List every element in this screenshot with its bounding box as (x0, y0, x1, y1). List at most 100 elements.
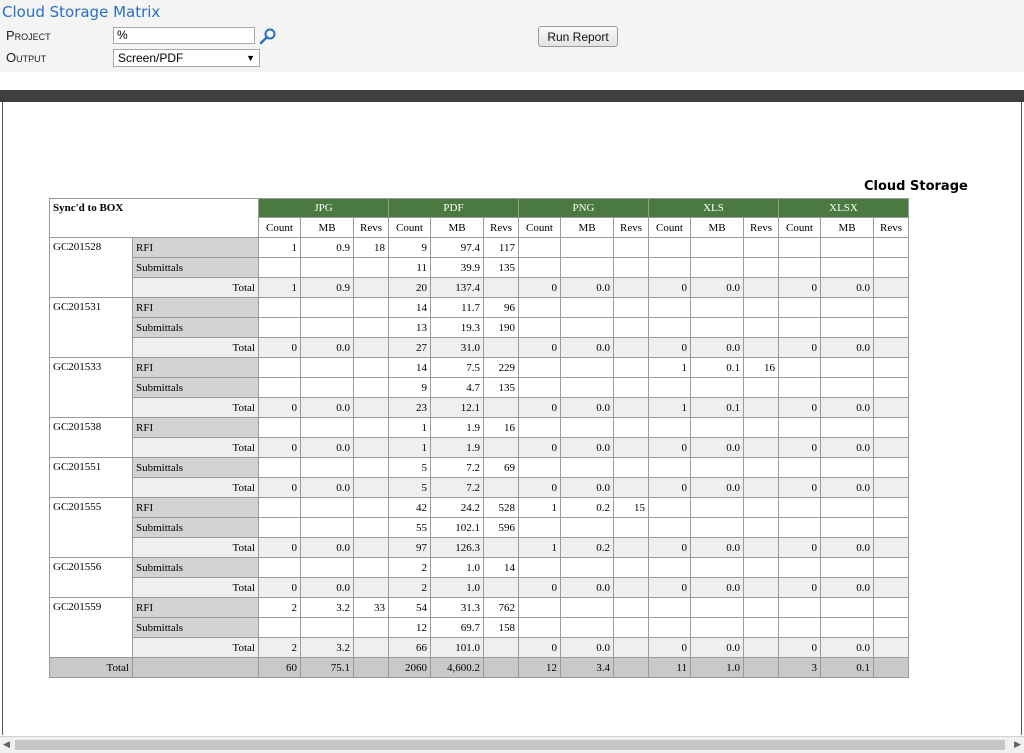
value-cell: 0.0 (820, 437, 874, 458)
grand-total-cell: 60 (258, 657, 301, 678)
value-cell (690, 557, 744, 578)
value-cell (648, 317, 691, 338)
document-type: RFI (132, 417, 259, 438)
value-cell: 96 (483, 297, 519, 318)
value-cell (300, 257, 354, 278)
value-cell: 0 (518, 637, 561, 658)
value-cell (648, 297, 691, 318)
value-cell (613, 257, 649, 278)
grand-total-cell: 4,600.2 (430, 657, 484, 678)
value-cell (778, 417, 821, 438)
value-cell: 1 (518, 537, 561, 558)
scrollbar-thumb[interactable] (15, 740, 1005, 750)
value-cell: 9 (388, 377, 431, 398)
parameter-bar: Cloud Storage Matrix Project % Output Sc… (0, 0, 1024, 72)
value-cell: 11 (388, 257, 431, 278)
value-cell (483, 397, 519, 418)
output-label: Output (6, 50, 47, 65)
value-cell: 4.7 (430, 377, 484, 398)
value-cell (560, 517, 614, 538)
value-cell: 1 (388, 417, 431, 438)
value-cell (873, 637, 909, 658)
value-cell: 158 (483, 617, 519, 638)
value-cell: 0.0 (690, 337, 744, 358)
value-cell: 1 (518, 497, 561, 518)
chevron-down-icon: ▼ (246, 53, 255, 63)
search-icon[interactable] (258, 27, 278, 47)
table-row: GC201538 RFI 1 1.9 16 (49, 417, 909, 458)
value-cell (743, 317, 779, 338)
grand-total-cell: 1.0 (690, 657, 744, 678)
run-report-button[interactable]: Run Report (538, 26, 618, 47)
horizontal-scrollbar[interactable]: ◀ ▶ (0, 736, 1024, 753)
output-select[interactable]: Screen/PDF ▼ (113, 49, 260, 67)
project-id: GC201555 (49, 497, 133, 558)
app-title[interactable]: Cloud Storage Matrix (2, 3, 160, 21)
value-cell (648, 517, 691, 538)
value-cell (690, 597, 744, 618)
total-label: Total (132, 437, 259, 458)
project-input[interactable]: % (113, 27, 255, 44)
value-cell (873, 617, 909, 638)
value-cell (300, 317, 354, 338)
value-cell: 0 (778, 397, 821, 418)
scroll-right-icon[interactable]: ▶ (1014, 739, 1021, 750)
value-cell: 0 (258, 397, 301, 418)
value-cell (873, 277, 909, 298)
value-cell: 0 (518, 277, 561, 298)
value-cell (648, 417, 691, 438)
value-cell (613, 637, 649, 658)
type-header: PNG (518, 198, 649, 218)
subcol-header: MB (690, 217, 744, 238)
value-cell: 0.0 (690, 477, 744, 498)
value-cell (648, 237, 691, 258)
value-cell: 14 (388, 297, 431, 318)
value-cell: 69.7 (430, 617, 484, 638)
value-cell (483, 477, 519, 498)
value-cell (518, 457, 561, 478)
value-cell: 7.2 (430, 457, 484, 478)
value-cell (873, 577, 909, 598)
value-cell: 596 (483, 517, 519, 538)
grand-total-cell (353, 657, 389, 678)
grand-total-cell: 11 (648, 657, 691, 678)
value-cell (353, 557, 389, 578)
subcol-header: Revs (353, 217, 389, 238)
value-cell (353, 417, 389, 438)
subcol-header: Count (778, 217, 821, 238)
value-cell (613, 337, 649, 358)
value-cell: 1 (258, 277, 301, 298)
value-cell: 1.0 (430, 557, 484, 578)
value-cell (353, 277, 389, 298)
value-cell: 126.3 (430, 537, 484, 558)
value-cell: 0 (258, 337, 301, 358)
value-cell: 0.1 (690, 397, 744, 418)
table-row: Submittals 55 102.1 596 (50, 517, 909, 538)
total-label: Total (132, 477, 259, 498)
value-cell (820, 237, 874, 258)
document-type: Submittals (132, 317, 259, 338)
grand-total-spacer (132, 657, 259, 678)
value-cell (300, 457, 354, 478)
value-cell: 97.4 (430, 237, 484, 258)
value-cell: 2 (388, 577, 431, 598)
grand-total-cell (613, 657, 649, 678)
value-cell: 14 (388, 357, 431, 378)
document-type: RFI (132, 497, 259, 518)
scroll-left-icon[interactable]: ◀ (3, 739, 10, 750)
project-label: Project (6, 28, 51, 43)
value-cell (778, 297, 821, 318)
value-cell (873, 597, 909, 618)
value-cell (613, 477, 649, 498)
project-id: GC201551 (49, 457, 133, 498)
value-cell: 0 (778, 337, 821, 358)
value-cell (518, 257, 561, 278)
value-cell (353, 337, 389, 358)
value-cell (483, 537, 519, 558)
value-cell (560, 457, 614, 478)
value-cell (648, 597, 691, 618)
document-type: Submittals (132, 257, 259, 278)
value-cell: 0 (778, 637, 821, 658)
value-cell (353, 257, 389, 278)
value-cell: 0.9 (300, 237, 354, 258)
